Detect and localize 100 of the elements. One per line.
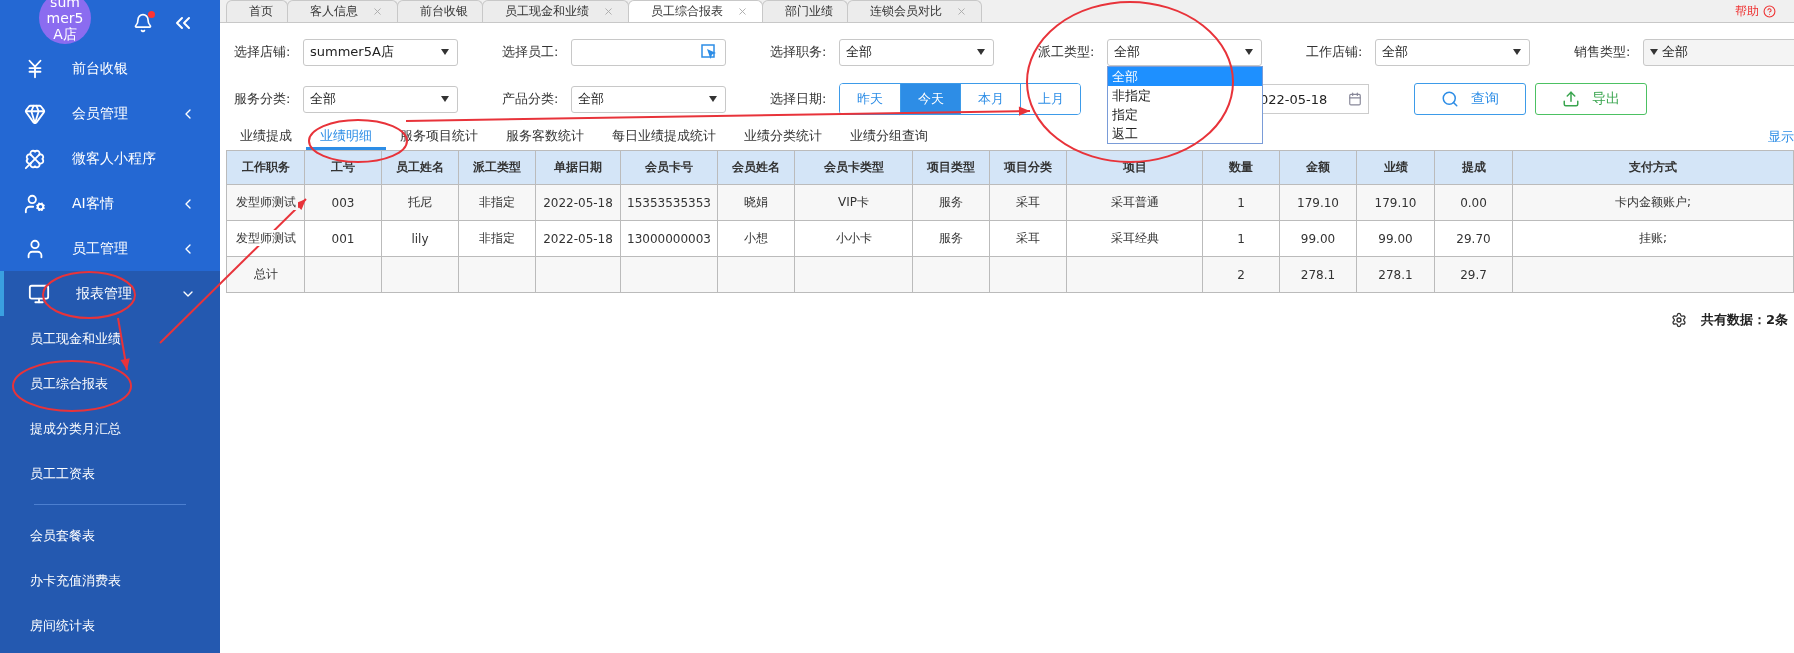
date-range-button[interactable]: 上月 — [1020, 84, 1080, 114]
submenu-item[interactable]: 提成分类月汇总 — [0, 406, 220, 451]
report-tab[interactable]: 服务客数统计 — [492, 124, 598, 150]
table-cell: 13000000003 — [620, 220, 718, 257]
select-field[interactable]: 全部 — [1375, 38, 1530, 66]
total-cell: 278.1 — [1356, 256, 1435, 293]
table-cell: lily — [381, 220, 459, 257]
column-header[interactable]: 提成 — [1434, 150, 1513, 185]
filter-label: 选择日期: — [770, 90, 828, 108]
table-cell: 29.70 — [1434, 220, 1513, 257]
close-icon[interactable] — [737, 6, 748, 17]
select-field[interactable]: 全部 — [839, 38, 994, 66]
column-header[interactable]: 项目 — [1066, 150, 1203, 185]
column-header[interactable]: 业绩 — [1356, 150, 1435, 185]
display-settings-link[interactable]: 显示 — [1768, 128, 1794, 146]
menu-item[interactable]: 微客人小程序 — [0, 136, 220, 181]
pointer-icon — [701, 44, 717, 60]
column-header[interactable]: 项目类型 — [912, 150, 990, 185]
total-cell: 2 — [1202, 256, 1280, 293]
select-field[interactable]: 全部 — [1107, 38, 1262, 66]
report-tab[interactable]: 业绩提成 — [226, 124, 306, 150]
bell-icon[interactable] — [133, 13, 153, 33]
column-header[interactable]: 派工类型 — [458, 150, 536, 185]
submenu-item[interactable]: 员工工资表 — [0, 451, 220, 496]
caret-icon — [1650, 49, 1658, 55]
column-header[interactable]: 员工姓名 — [381, 150, 459, 185]
caret-icon — [1513, 49, 1521, 55]
table-cell: 采耳经典 — [1066, 220, 1203, 257]
help-link[interactable]: 帮助 — [1735, 2, 1776, 20]
table-cell: 卡内金额账户; — [1512, 184, 1794, 221]
table-cell: 采耳 — [989, 184, 1067, 221]
close-icon[interactable] — [372, 6, 383, 17]
submenu-item[interactable]: 员工综合报表 — [0, 361, 220, 406]
search-icon — [1441, 90, 1459, 108]
column-header[interactable]: 项目分类 — [989, 150, 1067, 185]
menu-item[interactable]: 员工管理 — [0, 226, 220, 271]
submenu-item[interactable]: 员工现金和业绩 — [0, 316, 220, 361]
table-cell: 采耳普通 — [1066, 184, 1203, 221]
select-field[interactable]: 全部 — [1643, 38, 1794, 66]
table-cell: 2022-05-18 — [535, 184, 621, 221]
submenu-item[interactable]: 办卡充值消费表 — [0, 558, 220, 603]
caret-icon — [709, 96, 717, 102]
page-tab[interactable]: 部门业绩 — [762, 0, 848, 22]
column-header[interactable]: 会员卡号 — [620, 150, 718, 185]
page-tab[interactable]: 前台收银 — [397, 0, 483, 22]
total-cell: 278.1 — [1279, 256, 1357, 293]
settings-icon[interactable] — [1670, 312, 1687, 328]
menu-item[interactable]: 会员管理 — [0, 91, 220, 136]
column-header[interactable]: 会员姓名 — [717, 150, 795, 185]
report-tab[interactable]: 业绩分类统计 — [730, 124, 836, 150]
table-cell: 晓娟 — [717, 184, 795, 221]
close-icon[interactable] — [956, 6, 967, 17]
report-tab[interactable]: 业绩分组查询 — [836, 124, 942, 150]
filter-label: 销售类型: — [1574, 43, 1632, 61]
column-header[interactable]: 金额 — [1279, 150, 1357, 185]
table-cell: 1 — [1202, 184, 1280, 221]
table-cell: 小想 — [717, 220, 795, 257]
select-field[interactable]: summer5A店 — [303, 38, 458, 66]
table-cell: 99.00 — [1356, 220, 1435, 257]
page-tab[interactable]: 员工综合报表 — [628, 0, 763, 22]
select-field[interactable]: 全部 — [303, 85, 458, 113]
menu-item[interactable]: AI客情 — [0, 181, 220, 226]
close-icon[interactable] — [603, 6, 614, 17]
submenu-item[interactable]: 房间统计表 — [0, 603, 220, 648]
table-cell: 发型师测试 — [226, 220, 305, 257]
filter-label: 服务分类: — [234, 90, 292, 108]
table-cell: 99.00 — [1279, 220, 1357, 257]
caret-icon — [977, 49, 985, 55]
page-tab[interactable]: 员工现金和业绩 — [482, 0, 629, 22]
search-button[interactable]: 查询 — [1414, 83, 1526, 115]
total-cell: 29.7 — [1434, 256, 1513, 293]
page-tab[interactable]: 客人信息 — [287, 0, 398, 22]
column-header[interactable]: 单据日期 — [535, 150, 621, 185]
record-count: 共有数据：2条 — [1700, 311, 1788, 329]
store-avatar[interactable]: summer5A店 — [39, 0, 91, 44]
picker-field[interactable] — [571, 38, 726, 66]
table-cell: 0.00 — [1434, 184, 1513, 221]
select-field[interactable]: 全部 — [571, 85, 726, 113]
caret-icon — [441, 96, 449, 102]
column-header[interactable]: 会员卡类型 — [794, 150, 913, 185]
report-tab[interactable]: 每日业绩提成统计 — [598, 124, 730, 150]
page-tab[interactable]: 连锁会员对比 — [847, 0, 982, 22]
menu-icon — [28, 282, 50, 305]
submenu-item[interactable]: 会员套餐表 — [0, 513, 220, 558]
table-cell: 003 — [304, 184, 382, 221]
table-cell: 服务 — [912, 220, 990, 257]
column-header[interactable]: 支付方式 — [1512, 150, 1794, 185]
menu-icon — [24, 147, 46, 170]
filter-label: 选择职务: — [770, 43, 828, 61]
upload-icon — [1562, 90, 1580, 108]
total-cell: 总计 — [226, 256, 305, 293]
page-tab[interactable]: 首页 — [226, 0, 288, 22]
menu-icon — [24, 102, 46, 125]
column-header[interactable]: 数量 — [1202, 150, 1280, 185]
caret-icon — [441, 49, 449, 55]
help-icon — [1763, 4, 1776, 18]
column-header[interactable]: 工作职务 — [226, 150, 305, 185]
menu-item[interactable]: 前台收银 — [0, 46, 220, 91]
caret-icon — [1245, 49, 1253, 55]
table-cell: 001 — [304, 220, 382, 257]
